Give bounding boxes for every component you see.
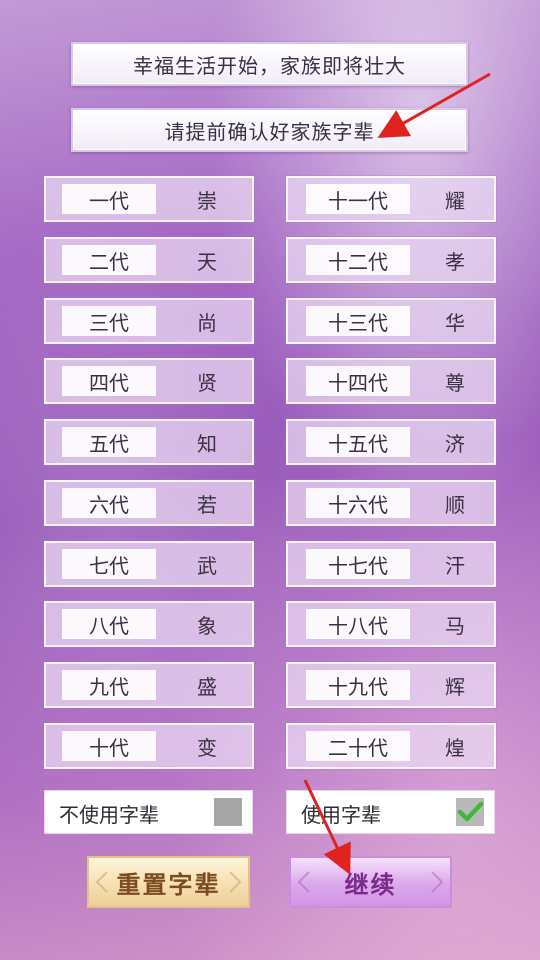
continue-button[interactable]: 继续: [289, 856, 452, 908]
generation-row-6[interactable]: 六代 若: [44, 480, 254, 526]
generation-row-17[interactable]: 十七代 汗: [286, 541, 496, 587]
generation-row-14[interactable]: 十四代 尊: [286, 358, 496, 404]
reset-button[interactable]: 重置字辈: [87, 856, 250, 908]
generation-label: 十一代: [306, 184, 410, 214]
generation-char: 象: [197, 613, 217, 638]
generation-label: 十四代: [306, 366, 410, 396]
chevron-left-icon: [297, 871, 310, 893]
generation-row-16[interactable]: 十六代 顺: [286, 480, 496, 526]
generation-char: 盛: [197, 674, 217, 699]
generation-char: 贤: [197, 370, 217, 395]
generation-row-13[interactable]: 十三代 华: [286, 298, 496, 344]
generation-row-2[interactable]: 二代 天: [44, 237, 254, 283]
generation-row-12[interactable]: 十二代 孝: [286, 237, 496, 283]
generation-row-8[interactable]: 八代 象: [44, 601, 254, 647]
generation-label: 十八代: [306, 609, 410, 639]
generation-char: 煌: [445, 735, 465, 760]
generation-char: 汗: [445, 553, 465, 578]
generation-row-20[interactable]: 二十代 煌: [286, 723, 496, 769]
generation-char: 马: [445, 613, 465, 638]
generation-row-18[interactable]: 十八代 马: [286, 601, 496, 647]
chevron-right-icon: [431, 871, 444, 893]
generation-row-5[interactable]: 五代 知: [44, 419, 254, 465]
generation-label: 十五代: [306, 427, 410, 457]
generation-char: 武: [197, 553, 217, 578]
generation-row-10[interactable]: 十代 变: [44, 723, 254, 769]
generation-label: 八代: [62, 609, 156, 639]
generation-char: 辉: [445, 674, 465, 699]
generation-label: 三代: [62, 306, 156, 336]
generation-label: 十二代: [306, 245, 410, 275]
generation-char: 变: [197, 735, 217, 760]
chevron-right-icon: [229, 871, 242, 893]
generation-char: 孝: [445, 249, 465, 274]
generation-row-15[interactable]: 十五代 济: [286, 419, 496, 465]
option-no-generation-names[interactable]: 不使用字辈: [44, 790, 253, 834]
generation-label: 五代: [62, 427, 156, 457]
banner-subtitle: 请提前确认好家族字辈: [71, 108, 468, 152]
generation-label: 九代: [62, 670, 156, 700]
reset-button-label: 重置字辈: [116, 870, 221, 899]
generation-row-19[interactable]: 十九代 辉: [286, 662, 496, 708]
generation-label: 十三代: [306, 306, 410, 336]
generation-label: 七代: [62, 549, 156, 579]
generation-label: 十六代: [306, 488, 410, 518]
generation-char: 耀: [445, 188, 465, 213]
checked-checkbox[interactable]: [456, 798, 484, 826]
generation-label: 十代: [62, 731, 156, 761]
check-icon: [457, 801, 484, 822]
generation-char: 若: [197, 492, 217, 517]
generation-char: 顺: [445, 492, 465, 517]
generation-label: 六代: [62, 488, 156, 518]
continue-button-label: 继续: [344, 870, 397, 899]
banner-title: 幸福生活开始，家族即将壮大: [71, 42, 468, 86]
generation-row-7[interactable]: 七代 武: [44, 541, 254, 587]
generation-char: 尚: [197, 310, 217, 335]
generation-char: 天: [197, 249, 217, 274]
chevron-left-icon: [95, 871, 108, 893]
unchecked-checkbox[interactable]: [214, 798, 242, 826]
generation-row-4[interactable]: 四代 贤: [44, 358, 254, 404]
generation-row-1[interactable]: 一代 崇: [44, 176, 254, 222]
generation-label: 四代: [62, 366, 156, 396]
generation-row-11[interactable]: 十一代 耀: [286, 176, 496, 222]
generation-label: 二代: [62, 245, 156, 275]
generation-label: 十七代: [306, 549, 410, 579]
generation-label: 十九代: [306, 670, 410, 700]
generation-char: 崇: [197, 188, 217, 213]
generation-char: 尊: [445, 370, 465, 395]
option-label: 使用字辈: [301, 802, 381, 827]
generation-label: 一代: [62, 184, 156, 214]
generation-char: 济: [445, 431, 465, 456]
generation-label: 二十代: [306, 731, 410, 761]
generation-row-3[interactable]: 三代 尚: [44, 298, 254, 344]
option-use-generation-names[interactable]: 使用字辈: [286, 790, 495, 834]
generation-char: 华: [445, 310, 465, 335]
option-label: 不使用字辈: [59, 802, 159, 827]
generation-char: 知: [197, 431, 217, 456]
generation-row-9[interactable]: 九代 盛: [44, 662, 254, 708]
